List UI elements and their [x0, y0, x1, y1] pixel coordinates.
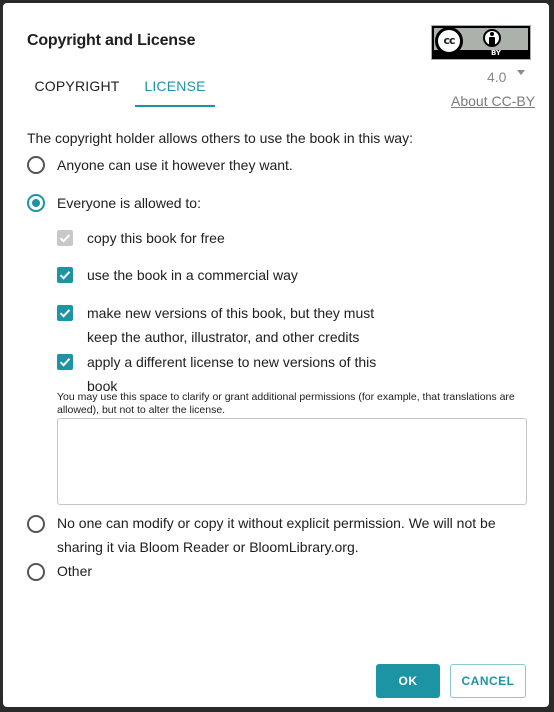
permission-copy-label: copy this book for free: [87, 230, 225, 246]
permission-derivatives-line1: make new versions of this book, but they…: [87, 305, 375, 321]
copyright-license-dialog: Copyright and License COPYRIGHT LICENSE …: [3, 3, 549, 707]
additional-permissions-hint: You may use this space to clarify or gra…: [57, 391, 515, 416]
cc-logo-icon: cc: [435, 27, 463, 55]
permission-derivatives-line2: keep the author, illustrator, and other …: [87, 329, 360, 345]
option-no-one-line1: No one can modify or copy it without exp…: [57, 515, 496, 531]
permission-derivatives-label: make new versions of this book, but they…: [87, 301, 374, 349]
tab-license[interactable]: LICENSE: [135, 75, 215, 107]
radio-everyone[interactable]: [27, 194, 45, 212]
dropdown-arrow-icon: [517, 70, 525, 75]
ok-button[interactable]: OK: [376, 664, 440, 698]
version-select[interactable]: 4.0: [487, 69, 525, 85]
checkmark-icon: [59, 234, 71, 243]
checkbox-derivatives[interactable]: [57, 305, 73, 321]
checkmark-icon: [59, 271, 71, 280]
radio-other[interactable]: [27, 563, 45, 581]
attribution-person-icon: [483, 29, 501, 47]
option-anyone-label: Anyone can use it however they want.: [57, 157, 293, 173]
checkbox-copy: [57, 230, 73, 246]
checkmark-icon: [59, 358, 71, 367]
version-value: 4.0: [487, 69, 507, 85]
option-other-label: Other: [57, 563, 93, 579]
dialog-title: Copyright and License: [27, 32, 196, 49]
tab-copyright[interactable]: COPYRIGHT: [27, 75, 127, 105]
option-no-one-label: No one can modify or copy it without exp…: [57, 512, 496, 558]
permission-commercial-label: use the book in a commercial way: [87, 267, 298, 283]
by-label: BY: [490, 49, 502, 57]
permission-different-license-line1: apply a different license to new version…: [87, 354, 377, 370]
option-everyone-label: Everyone is allowed to:: [57, 195, 201, 211]
cc-by-badge: cc BY: [431, 25, 531, 60]
additional-permissions-textarea[interactable]: [57, 418, 527, 505]
checkbox-commercial[interactable]: [57, 267, 73, 283]
checkmark-icon: [59, 309, 71, 318]
cancel-button[interactable]: CANCEL: [450, 664, 526, 698]
radio-anyone[interactable]: [27, 156, 45, 174]
option-no-one-line2: sharing it via Bloom Reader or BloomLibr…: [57, 539, 359, 555]
radio-no-one[interactable]: [27, 515, 45, 533]
usage-prompt: The copyright holder allows others to us…: [27, 130, 413, 146]
about-license-link[interactable]: About CC-BY: [451, 93, 535, 109]
checkbox-different-license[interactable]: [57, 354, 73, 370]
